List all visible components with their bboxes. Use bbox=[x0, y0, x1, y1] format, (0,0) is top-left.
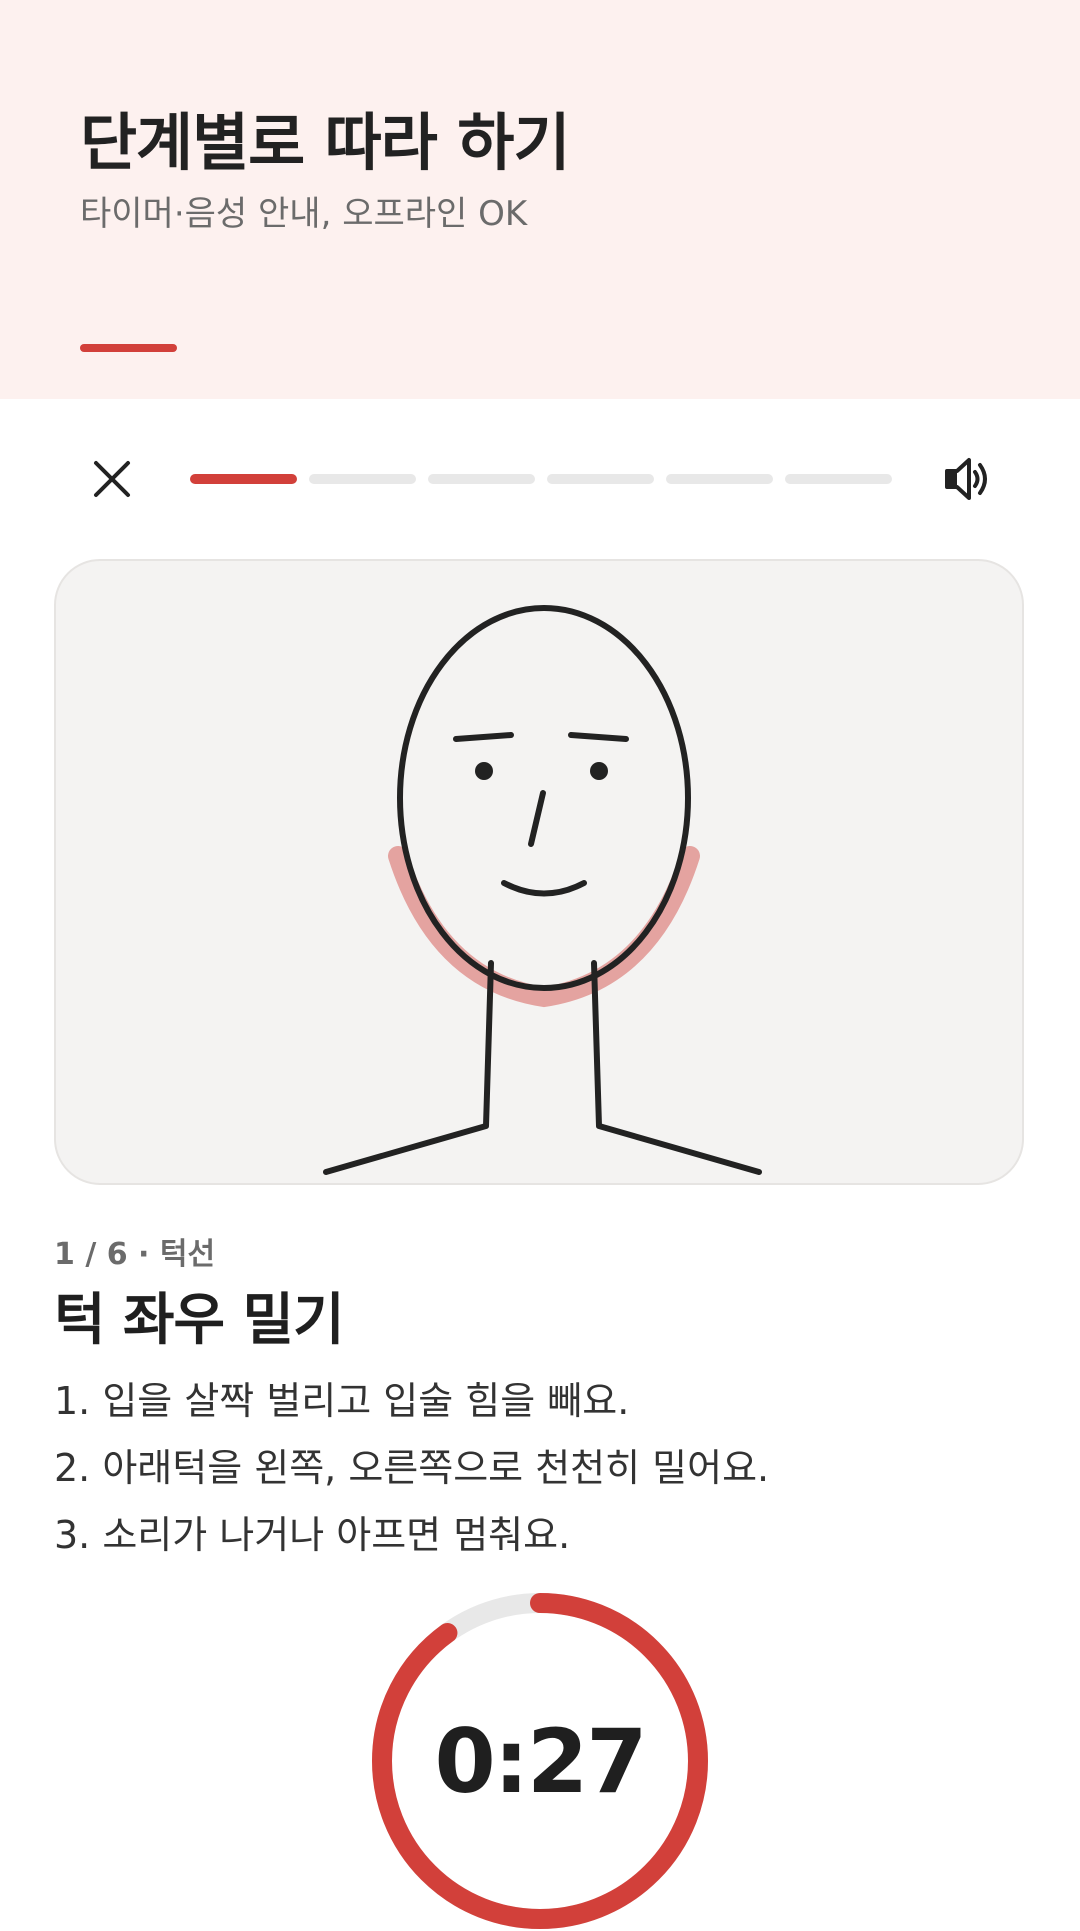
step-meta: 1 / 6 · 턱선 bbox=[54, 1237, 216, 1272]
header: 단계별로 따라 하기 타이머·음성 안내, 오프라인 OK bbox=[0, 0, 1080, 399]
exercise-illustration bbox=[54, 559, 1024, 1185]
neck-right bbox=[591, 960, 762, 1175]
countdown-timer: 0:27 bbox=[370, 1591, 710, 1931]
progress-segment bbox=[547, 474, 654, 484]
instruction-item: 1. 입을 살짝 벌리고 입술 힘을 빼요. bbox=[54, 1379, 630, 1423]
timer-value: 0:27 bbox=[434, 1709, 648, 1813]
sound-button[interactable] bbox=[935, 440, 1003, 518]
neck-left bbox=[323, 960, 494, 1175]
close-button[interactable] bbox=[78, 440, 146, 518]
close-icon bbox=[94, 461, 130, 497]
left-eye bbox=[475, 762, 493, 780]
page-subtitle: 타이머·음성 안내, 오프라인 OK bbox=[80, 194, 528, 234]
instruction-item: 2. 아래턱을 왼쪽, 오른쪽으로 천천히 밀어요. bbox=[54, 1446, 770, 1490]
page-title: 단계별로 따라 하기 bbox=[80, 106, 570, 179]
face-jaw-illustration bbox=[323, 605, 762, 1175]
step-title: 턱 좌우 밀기 bbox=[54, 1288, 345, 1353]
instruction-list: 1. 입을 살짝 벌리고 입술 힘을 빼요. 2. 아래턱을 왼쪽, 오른쪽으로… bbox=[54, 1375, 769, 1576]
progress-segment bbox=[666, 474, 773, 484]
jawline-highlight bbox=[388, 846, 700, 1008]
progress-segment bbox=[428, 474, 535, 484]
progress-segment bbox=[309, 474, 416, 484]
progress-segment bbox=[785, 474, 892, 484]
speaker-icon bbox=[945, 458, 987, 500]
header-accent-bar bbox=[80, 344, 177, 352]
step-toolbar bbox=[0, 440, 1080, 518]
nose bbox=[528, 790, 546, 847]
right-eyebrow bbox=[568, 732, 629, 742]
instruction-item: 3. 소리가 나거나 아프면 멈춰요. bbox=[54, 1513, 571, 1557]
progress-segment bbox=[190, 474, 297, 484]
mouth bbox=[501, 880, 587, 897]
step-progress bbox=[190, 474, 892, 484]
left-eyebrow bbox=[453, 732, 514, 742]
right-eye bbox=[590, 762, 608, 780]
